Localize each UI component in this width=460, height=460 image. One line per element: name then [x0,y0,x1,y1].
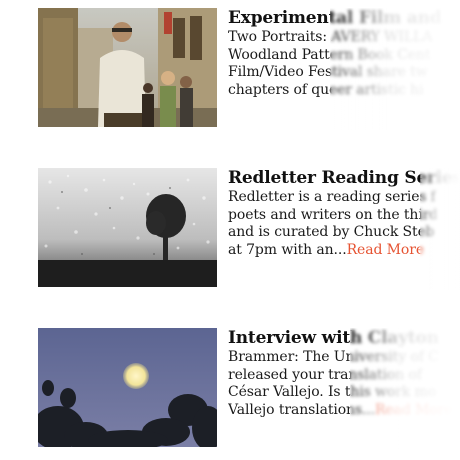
excerpt-line: released your translation of [228,366,422,383]
post-item-1: Experimental Film and Two Portraits: AVE… [0,8,460,130]
post-title-1[interactable]: Experimental Film and [228,8,460,29]
moon-photo-icon [38,328,217,447]
post-item-2: Redletter Reading Series Redletter is a … [0,168,460,290]
post-thumbnail-1[interactable] [38,8,217,127]
excerpt-line: poets and writers on the third [228,206,439,223]
post-excerpt-3: Brammer: The University of C released yo… [228,349,460,419]
post-text-3: Interview with Clayton Brammer: The Univ… [228,328,460,450]
post-excerpt-1: Two Portraits: AVERY WILLA Woodland Patt… [228,29,460,99]
excerpt-line: Two Portraits: AVERY WILLA [228,29,433,45]
excerpt-line: Vallejo translations... [228,401,376,418]
rain-window-icon [38,168,217,287]
post-item-3: Interview with Clayton Brammer: The Univ… [0,328,460,450]
excerpt-line: Redletter is a reading series f [228,189,436,205]
excerpt-line: Film/Video Festival share tw [228,64,428,80]
excerpt-line: Brammer: The University of C [228,349,439,365]
post-text-2: Redletter Reading Series Redletter is a … [228,168,460,290]
excerpt-line: chapters of queer artistic hi [228,81,424,98]
post-title-3[interactable]: Interview with Clayton [228,328,460,349]
post-text-1: Experimental Film and Two Portraits: AVE… [228,8,460,130]
read-more-link[interactable]: Read More [347,242,425,258]
excerpt-line: and is curated by Chuck Steb [228,224,435,240]
post-title-2[interactable]: Redletter Reading Series [228,168,460,189]
excerpt-line: Woodland Pattern Book Cent [228,46,431,63]
street-photo-icon [38,8,217,127]
read-more-link[interactable]: Read More [375,402,453,418]
excerpt-line: César Vallejo. Is this work mo [228,384,437,400]
post-thumbnail-2[interactable] [38,168,217,287]
post-excerpt-2: Redletter is a reading series f poets an… [228,189,460,259]
post-thumbnail-3[interactable] [38,328,217,447]
excerpt-line: at 7pm with an... [228,241,347,258]
